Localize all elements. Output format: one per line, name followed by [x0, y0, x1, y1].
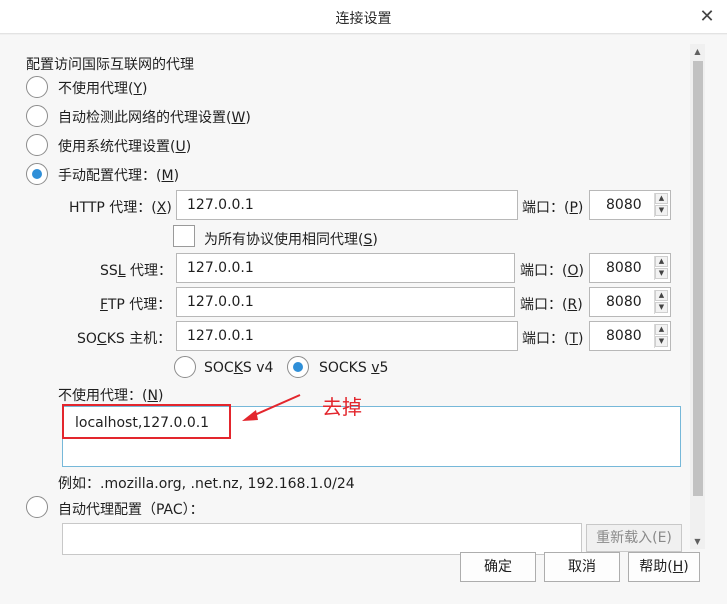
radio-no-proxy-label: 不使用代理(Y)	[58, 81, 148, 97]
ssl-port-label: 端口：(O)	[520, 263, 584, 279]
radio-system-proxy[interactable]	[26, 134, 48, 156]
http-port-stepper[interactable]: ▲ ▼	[654, 193, 668, 217]
same-proxy-checkbox[interactable]	[173, 225, 195, 247]
radio-system-proxy-label: 使用系统代理设置(U)	[58, 139, 192, 155]
scroll-down-icon[interactable]: ▼	[690, 534, 705, 549]
scrollbar-thumb[interactable]	[693, 61, 703, 496]
spin-down-icon[interactable]: ▼	[655, 302, 668, 313]
spin-up-icon[interactable]: ▲	[655, 324, 668, 335]
ok-button[interactable]: 确定	[460, 552, 536, 582]
annotation-highlight-box	[62, 404, 231, 439]
reload-pac-button[interactable]: 重新载入(E)	[586, 524, 682, 552]
http-port-label: 端口：(P)	[522, 200, 584, 216]
radio-socks-v5-label: SOCKS v5	[319, 360, 389, 376]
radio-socks-v5[interactable]	[287, 356, 309, 378]
spin-up-icon[interactable]: ▲	[655, 193, 668, 204]
ftp-proxy-input[interactable]: 127.0.0.1	[176, 287, 515, 317]
pac-url-input[interactable]	[62, 523, 582, 555]
help-button[interactable]: 帮助(H)	[628, 552, 700, 582]
radio-pac[interactable]	[26, 496, 48, 518]
no-proxy-example: 例如：.mozilla.org, .net.nz, 192.168.1.0/24	[58, 476, 355, 492]
radio-no-proxy[interactable]	[26, 76, 48, 98]
radio-auto-detect-label: 自动检测此网络的代理设置(W)	[58, 110, 251, 126]
window-title: 连接设置	[335, 11, 392, 27]
http-port-input[interactable]: 8080 ▲ ▼	[589, 190, 671, 220]
http-proxy-input[interactable]: 127.0.0.1	[176, 190, 518, 220]
spin-up-icon[interactable]: ▲	[655, 290, 668, 301]
http-proxy-label: HTTP 代理：(X)	[69, 200, 172, 216]
dialog-content: 配置访问国际互联网的代理 不使用代理(Y) 自动检测此网络的代理设置(W) 使用…	[0, 35, 727, 604]
ftp-port-input[interactable]: 8080 ▲ ▼	[589, 287, 671, 317]
title-bar: 连接设置 ✕	[0, 0, 727, 34]
ftp-port-stepper[interactable]: ▲ ▼	[654, 290, 668, 314]
spin-down-icon[interactable]: ▼	[655, 268, 668, 279]
radio-pac-label: 自动代理配置（PAC）：	[58, 502, 204, 518]
radio-auto-detect[interactable]	[26, 105, 48, 127]
vertical-scrollbar[interactable]: ▲ ▼	[690, 44, 705, 549]
no-proxy-label: 不使用代理：(N)	[58, 388, 164, 404]
ssl-proxy-label: SSL 代理：	[100, 263, 173, 279]
ssl-proxy-input[interactable]: 127.0.0.1	[176, 253, 515, 283]
annotation-text: 去掉	[322, 395, 362, 419]
radio-socks-v4[interactable]	[174, 356, 196, 378]
radio-socks-v4-label: SOCKS v4	[204, 360, 274, 376]
scroll-up-icon[interactable]: ▲	[690, 44, 705, 59]
cancel-button[interactable]: 取消	[544, 552, 620, 582]
spin-down-icon[interactable]: ▼	[655, 205, 668, 216]
spin-down-icon[interactable]: ▼	[655, 336, 668, 347]
socks-port-label: 端口：(T)	[522, 331, 584, 347]
ftp-proxy-label: FTP 代理：	[100, 297, 172, 313]
section-heading: 配置访问国际互联网的代理	[26, 57, 194, 73]
spin-up-icon[interactable]: ▲	[655, 256, 668, 267]
socks-host-label: SOCKS 主机：	[77, 331, 172, 347]
socks-port-stepper[interactable]: ▲ ▼	[654, 324, 668, 348]
socks-host-input[interactable]: 127.0.0.1	[176, 321, 518, 351]
radio-manual-proxy-label: 手动配置代理：(M)	[58, 168, 180, 184]
same-proxy-label: 为所有协议使用相同代理(S)	[204, 232, 378, 248]
annotation-arrow-icon	[242, 394, 301, 421]
socks-port-input[interactable]: 8080 ▲ ▼	[589, 321, 671, 351]
ftp-port-label: 端口：(R)	[520, 297, 583, 313]
ssl-port-stepper[interactable]: ▲ ▼	[654, 256, 668, 280]
close-icon[interactable]: ✕	[695, 6, 719, 28]
radio-manual-proxy[interactable]	[26, 163, 48, 185]
ssl-port-input[interactable]: 8080 ▲ ▼	[589, 253, 671, 283]
